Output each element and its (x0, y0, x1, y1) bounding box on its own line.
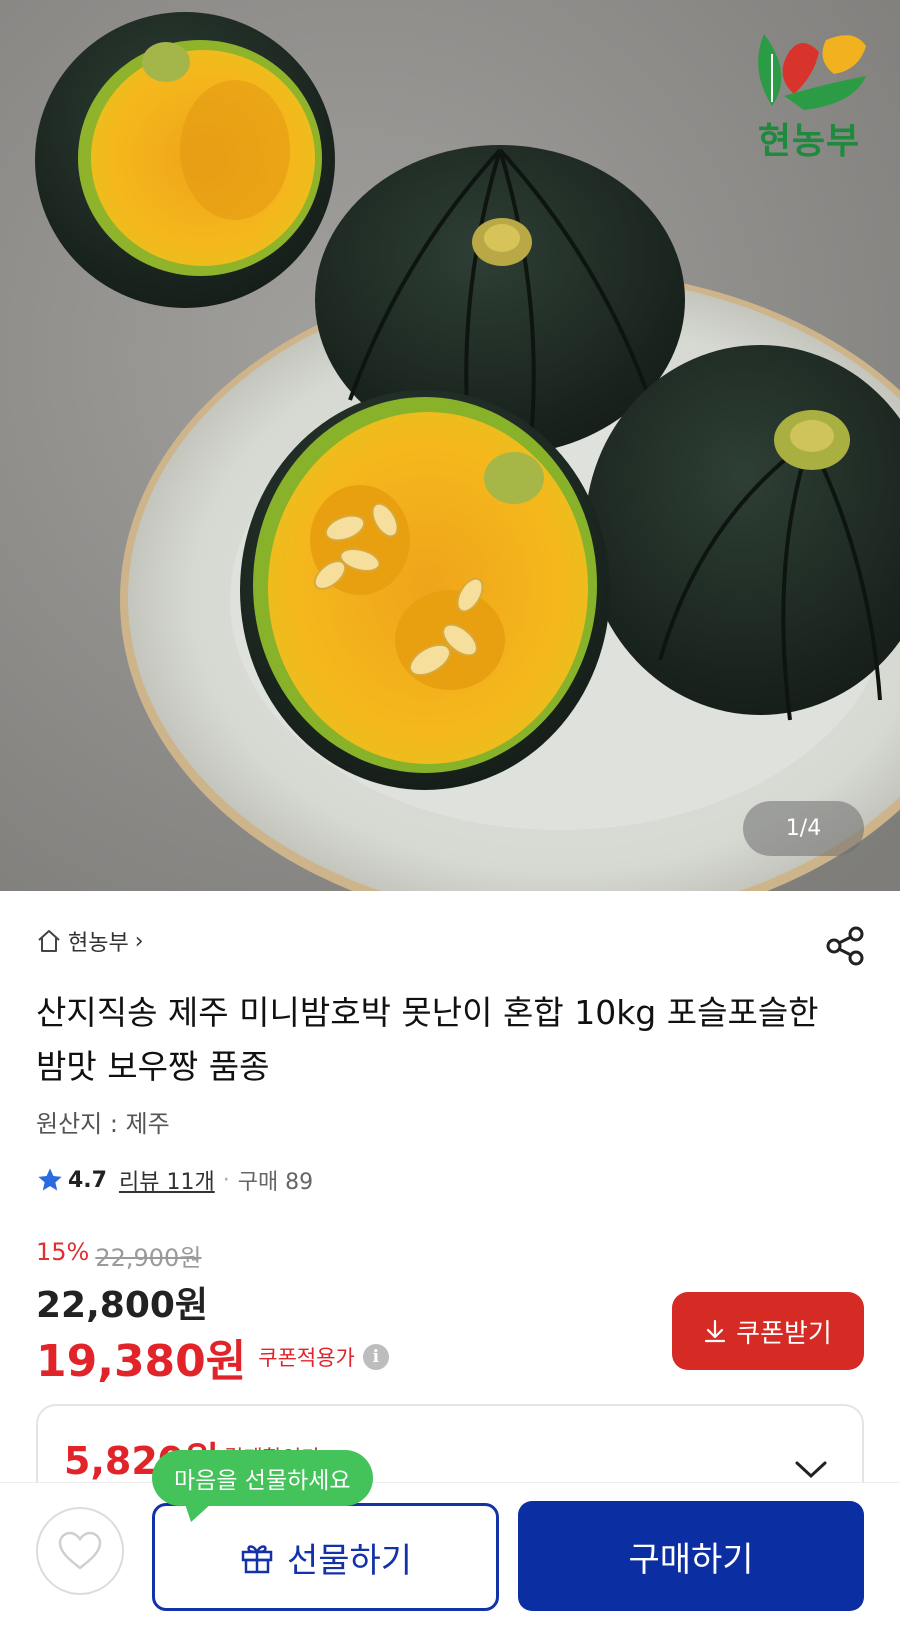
sale-price: 22,800원 (36, 1285, 209, 1326)
store-link[interactable]: 현농부 › (36, 925, 144, 957)
get-coupon-label: 쿠폰받기 (736, 1317, 832, 1348)
leaf-logo-icon (758, 34, 866, 110)
coupon-price-label: 쿠폰적용가 (258, 1346, 355, 1370)
product-origin: 원산지 : 제주 (36, 1110, 170, 1138)
reviews-link[interactable]: 리뷰 11개 (119, 1164, 215, 1196)
bottom-action-bar: 선물하기 구매하기 (0, 1482, 900, 1625)
share-icon[interactable] (824, 925, 866, 967)
get-coupon-button[interactable]: 쿠폰받기 (672, 1292, 864, 1370)
brand-logo: 현농부 (744, 14, 874, 164)
brand-logo-text: 현농부 (757, 121, 861, 162)
rating-row: 4.7 리뷰 11개 · 구매 89 (36, 1164, 313, 1196)
rating-score: 4.7 (68, 1167, 107, 1193)
product-title: 산지직송 제주 미니밤호박 못난이 혼합 10kg 포슬포슬한 밤맛 보우짱 품… (36, 993, 819, 1086)
chevron-right-icon: › (134, 928, 144, 954)
gift-button-label: 선물하기 (286, 1541, 413, 1580)
buy-button[interactable]: 구매하기 (518, 1501, 864, 1611)
gift-icon (241, 1545, 273, 1574)
product-image[interactable]: 현농부 1/4 (0, 0, 900, 891)
separator-dot: · (222, 1167, 230, 1193)
image-counter: 1/4 (743, 801, 864, 856)
coupon-price-row: 19,380원 쿠폰적용가 i (36, 1325, 389, 1389)
coupon-price: 19,380원 (36, 1336, 247, 1387)
star-icon (38, 1168, 62, 1191)
heart-icon (58, 1531, 102, 1570)
info-icon[interactable]: i (362, 1344, 389, 1370)
discount-row: 15% 22,900원 (36, 1238, 201, 1273)
download-arrow-icon (705, 1319, 726, 1343)
home-icon (38, 930, 60, 952)
purchase-count: 구매 89 (237, 1170, 314, 1195)
discount-percent: 15% (36, 1238, 90, 1266)
gift-tooltip: 마음을 선물하세요 (152, 1450, 373, 1506)
wishlist-button[interactable] (36, 1507, 124, 1595)
chevron-down-icon[interactable] (794, 1460, 828, 1480)
store-name: 현농부 (68, 931, 129, 956)
original-price: 22,900원 (95, 1244, 202, 1272)
